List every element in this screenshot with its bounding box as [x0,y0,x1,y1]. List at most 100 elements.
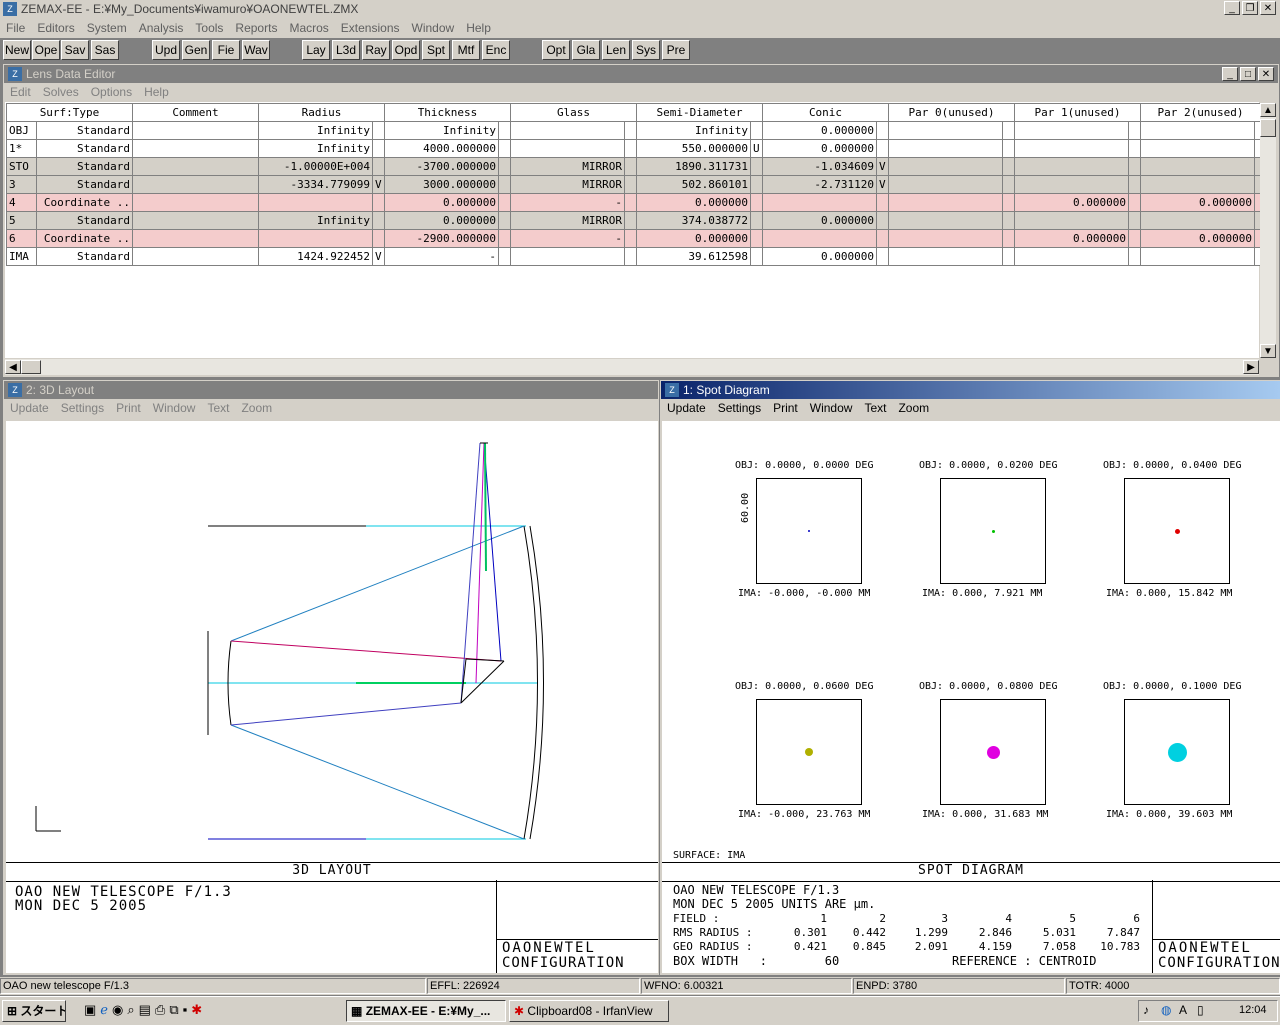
console-icon[interactable]: ▪ [183,1002,188,1020]
glass-cell[interactable]: - [510,229,625,248]
spot-window-icon[interactable]: Z [665,383,679,397]
layout-menu-print[interactable]: Print [116,401,141,415]
network-icon[interactable]: ⧉ [169,1002,178,1020]
thickness-solve-cell[interactable] [498,157,511,176]
comment-cell[interactable] [132,175,259,194]
par0-solve-cell[interactable] [1002,139,1015,158]
par0-cell[interactable] [888,211,1003,230]
minimize-button[interactable]: _ [1224,1,1240,15]
menu-tools[interactable]: Tools [195,21,223,35]
comment-cell[interactable] [132,247,259,266]
par0-solve-cell[interactable] [1002,157,1015,176]
toolbar-fields-button[interactable]: Fie [212,40,240,60]
par2-cell[interactable] [1140,157,1255,176]
thickness-solve-cell[interactable] [498,211,511,230]
glass-cell[interactable] [510,139,625,158]
par1-solve-cell[interactable] [1128,139,1141,158]
layout-window-icon[interactable]: Z [8,383,22,397]
glass-solve-cell[interactable] [624,121,637,140]
header-par0[interactable]: Par 0(unused) [888,103,1015,122]
semi-diameter-cell[interactable]: 502.860101 [636,175,751,194]
semi-diameter-cell[interactable]: 0.000000 [636,193,751,212]
par1-solve-cell[interactable] [1128,229,1141,248]
par0-cell[interactable] [888,247,1003,266]
par0-solve-cell[interactable] [1002,229,1015,248]
par1-solve-cell[interactable] [1128,157,1141,176]
par1-cell[interactable] [1014,121,1129,140]
menu-system[interactable]: System [87,21,127,35]
surface-type[interactable]: Standard [36,157,133,176]
par1-cell[interactable] [1014,247,1129,266]
conic-cell[interactable]: 0.000000 [762,121,877,140]
surface-type[interactable]: Standard [36,175,133,194]
conic-solve-cell[interactable] [876,139,889,158]
par0-cell[interactable] [888,175,1003,194]
surface-number[interactable]: 5 [6,211,37,230]
layout-menu-window[interactable]: Window [153,401,196,415]
radius-cell[interactable]: Infinity [258,121,373,140]
desktop-icon[interactable]: ▣ [84,1002,96,1020]
spot-menu-window[interactable]: Window [810,401,853,415]
par0-cell[interactable] [888,157,1003,176]
header-surf-type[interactable]: Surf:Type [6,103,133,122]
par1-solve-cell[interactable] [1128,211,1141,230]
radius-solve-cell[interactable] [372,157,385,176]
par1-cell[interactable] [1014,157,1129,176]
lde-close-button[interactable]: ✕ [1258,67,1274,81]
toolbar-prescription-button[interactable]: Pre [662,40,690,60]
comment-cell[interactable] [132,121,259,140]
par1-cell[interactable] [1014,211,1129,230]
thickness-solve-cell[interactable] [498,229,511,248]
thickness-solve-cell[interactable] [498,247,511,266]
layout-menu-text[interactable]: Text [207,401,229,415]
conic-solve-cell[interactable] [876,229,889,248]
comment-cell[interactable] [132,193,259,212]
conic-solve-cell[interactable] [876,211,889,230]
surface-number[interactable]: STO [6,157,37,176]
par0-cell[interactable] [888,139,1003,158]
par1-solve-cell[interactable] [1128,247,1141,266]
surface-type[interactable]: Coordinate .. [36,229,133,248]
comment-cell[interactable] [132,229,259,248]
media-player-icon[interactable]: ◉ [112,1002,123,1020]
surface-number[interactable]: OBJ [6,121,37,140]
clock[interactable]: 12:04 [1239,1004,1267,1016]
par0-solve-cell[interactable] [1002,247,1015,266]
scroll-right-arrow-icon[interactable]: ▶ [1243,360,1259,374]
radius-cell[interactable]: -1.00000E+004 [258,157,373,176]
toolbar-save-button[interactable]: Sav [61,40,89,60]
toolbar-optimize-button[interactable]: Opt [542,40,570,60]
semi-diameter-cell[interactable]: 1890.311731 [636,157,751,176]
radius-solve-cell[interactable] [372,229,385,248]
radius-solve-cell[interactable] [372,211,385,230]
glass-cell[interactable] [510,121,625,140]
lde-row-surface[interactable]: 3 Standard -3334.779099 V 3000.000000 MIRROR 5… [6,175,1261,194]
zemax-app-icon[interactable]: Z [3,2,17,16]
semi-diameter-solve-cell[interactable] [750,193,763,212]
radius-solve-cell[interactable]: V [372,175,385,194]
toolbar-wavelength-button[interactable]: Wav [242,40,270,60]
toolbar-lens-button[interactable]: Len [602,40,630,60]
surface-number[interactable]: 1* [6,139,37,158]
start-button[interactable]: ⊞ スタート [2,1000,66,1022]
surface-number[interactable]: 4 [6,193,37,212]
close-button[interactable]: ✕ [1260,1,1276,15]
thickness-cell[interactable]: -3700.000000 [384,157,499,176]
menu-macros[interactable]: Macros [289,21,328,35]
scroll-up-arrow-icon[interactable]: ▲ [1260,103,1276,117]
menu-editors[interactable]: Editors [37,21,74,35]
thickness-cell[interactable]: 0.000000 [384,193,499,212]
toolbar-encircled-button[interactable]: Enc [482,40,510,60]
surface-number[interactable]: 3 [6,175,37,194]
conic-cell[interactable]: 0.000000 [762,247,877,266]
semi-diameter-solve-cell[interactable] [750,157,763,176]
par2-cell[interactable]: 0.000000 [1140,193,1255,212]
layout-menu-zoom[interactable]: Zoom [241,401,272,415]
lde-horizontal-scroll-thumb[interactable] [21,360,41,374]
par1-cell[interactable] [1014,175,1129,194]
surface-type[interactable]: Standard [36,121,133,140]
radius-cell[interactable]: 1424.922452 [258,247,373,266]
lde-maximize-button[interactable]: □ [1240,67,1256,81]
irfanview-icon[interactable]: ✱ [191,1002,202,1020]
par2-cell[interactable] [1140,175,1255,194]
